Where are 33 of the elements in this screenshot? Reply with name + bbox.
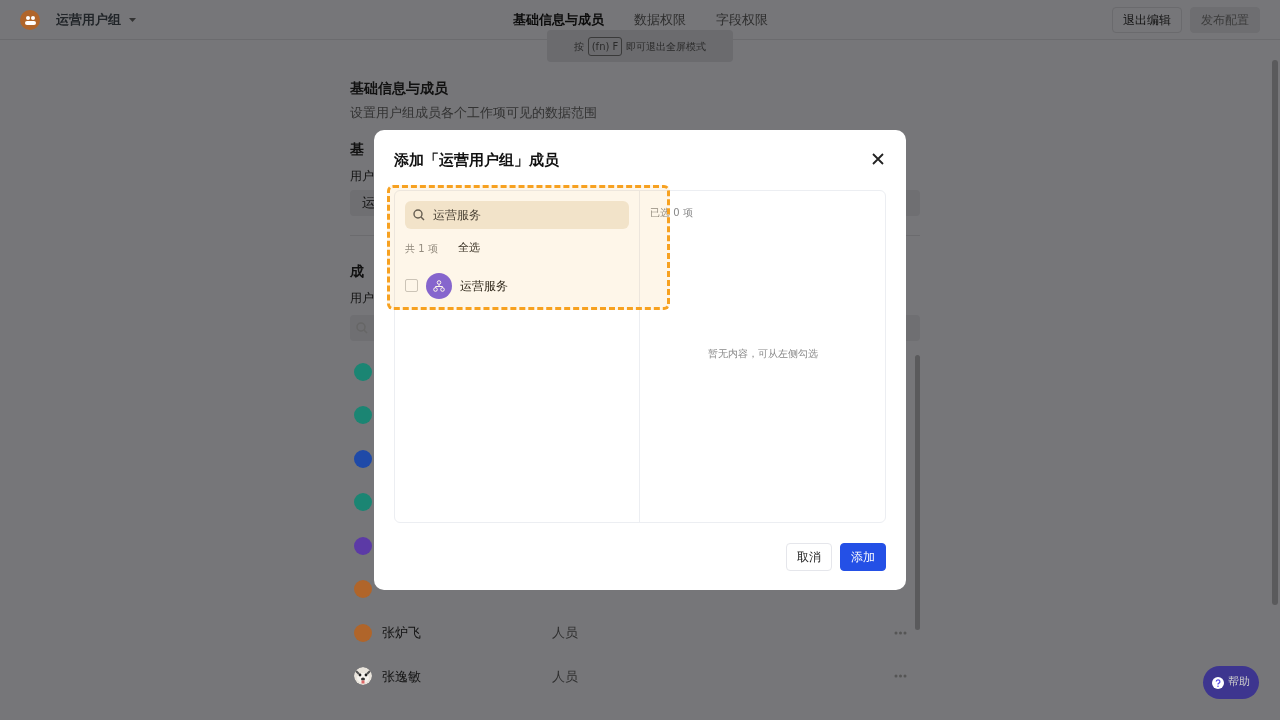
field-label: 用户	[350, 290, 374, 307]
checkbox[interactable]	[405, 279, 418, 292]
help-icon	[1212, 676, 1224, 689]
item-count: 共 1 项	[405, 241, 438, 256]
page-title: 基础信息与成员	[350, 79, 449, 98]
member-type: 人员	[552, 624, 578, 642]
add-button[interactable]: 添加	[840, 543, 886, 571]
dialog-title: 添加「运营用户组」成员	[394, 150, 559, 171]
empty-text: 暂无内容，可从左侧勾选	[707, 348, 818, 359]
help-button[interactable]: 帮助	[1203, 666, 1259, 699]
more-icon[interactable]	[894, 630, 907, 635]
scrollbar[interactable]	[1272, 60, 1278, 605]
option-row[interactable]: 运营服务	[405, 272, 629, 299]
member-name: 张炉飞	[382, 624, 422, 642]
section-heading: 基	[350, 140, 364, 159]
key-hint: (fn) F	[587, 36, 623, 56]
toast-text: 即可退出全屏模式	[626, 39, 707, 54]
scrollbar[interactable]	[915, 355, 920, 630]
group-selector[interactable]: 运营用户组	[56, 9, 136, 30]
caret-icon	[129, 17, 136, 22]
more-icon[interactable]	[894, 674, 907, 679]
search-field[interactable]: 运营服务	[405, 201, 629, 229]
member-type: 人员	[552, 667, 578, 686]
member-name: 张逸敏	[382, 667, 422, 686]
exit-button[interactable]: 退出编辑	[1112, 6, 1182, 33]
cancel-button[interactable]: 取消	[786, 543, 832, 571]
org-icon	[426, 272, 452, 299]
field-label: 用户	[350, 168, 374, 185]
select-all-button[interactable]: 全选	[457, 240, 480, 257]
page-subtitle: 设置用户组成员各个工作项可见的数据范围	[350, 104, 598, 122]
logo-icon	[20, 9, 40, 30]
close-button[interactable]	[872, 153, 886, 167]
section-heading: 成	[350, 262, 364, 281]
